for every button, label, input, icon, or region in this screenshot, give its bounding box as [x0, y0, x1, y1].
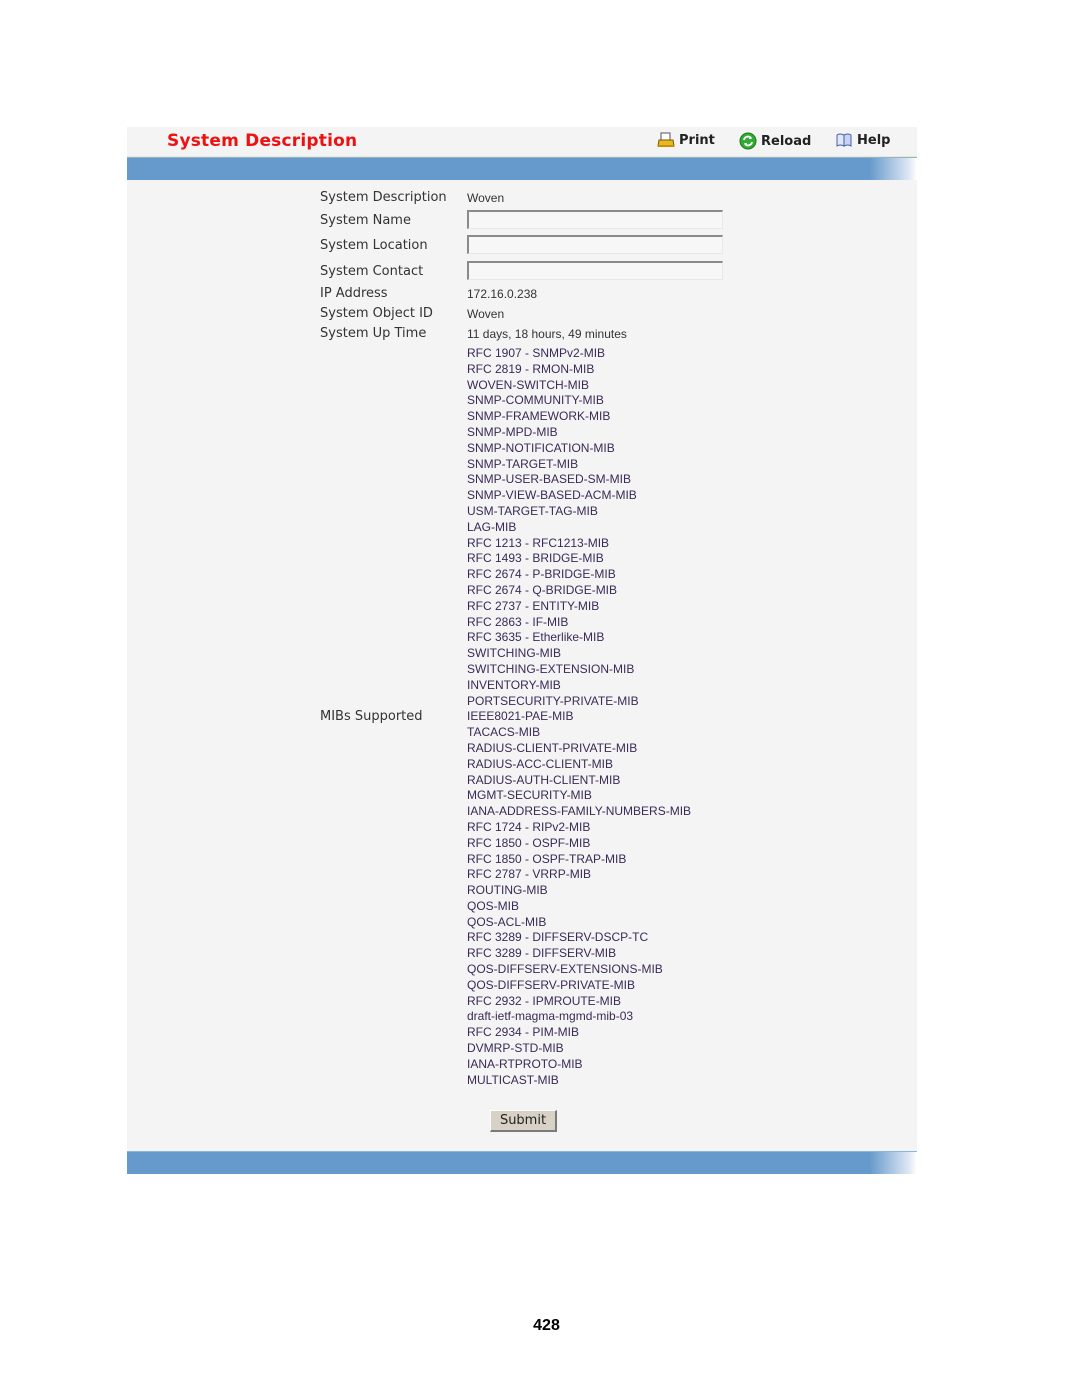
panel-header: System Description Print Reload Help	[127, 127, 917, 157]
printer-icon	[657, 132, 675, 148]
mib-item: RFC 1724 - RIPv2-MIB	[467, 819, 591, 834]
mib-item: SNMP-COMMUNITY-MIB	[467, 393, 604, 408]
system-name-input[interactable]	[467, 210, 723, 229]
ip-address-value: 172.16.0.238	[467, 287, 538, 301]
mib-item: DVMRP-STD-MIB	[467, 1041, 564, 1056]
mibs-supported-label: MIBs Supported	[320, 709, 423, 724]
mib-item: SNMP-USER-BASED-SM-MIB	[467, 472, 632, 487]
mib-item: RFC 3635 - Etherlike-MIB	[467, 630, 605, 645]
help-button[interactable]: Help	[835, 132, 890, 148]
mib-item: INVENTORY-MIB	[467, 677, 561, 692]
mib-item: QOS-DIFFSERV-PRIVATE-MIB	[467, 977, 636, 992]
system-up-time-label: System Up Time	[320, 326, 427, 341]
footer-bar	[127, 1151, 917, 1174]
mib-item: RFC 2787 - VRRP-MIB	[467, 867, 592, 882]
system-description-value: Woven	[467, 191, 505, 205]
mib-item: QOS-MIB	[467, 898, 520, 913]
system-object-id-value: Woven	[467, 307, 505, 321]
mib-item: RFC 2934 - PIM-MIB	[467, 1025, 580, 1040]
mib-item: SWITCHING-EXTENSION-MIB	[467, 661, 635, 676]
help-label: Help	[857, 132, 891, 148]
reload-button[interactable]: Reload	[739, 132, 811, 150]
reload-label: Reload	[761, 133, 812, 149]
print-label: Print	[679, 132, 715, 148]
mib-item: ROUTING-MIB	[467, 883, 548, 898]
mib-item: QOS-ACL-MIB	[467, 914, 547, 929]
help-book-icon	[835, 132, 853, 148]
mib-item: RFC 2674 - P-BRIDGE-MIB	[467, 567, 616, 582]
mib-item: RFC 1493 - BRIDGE-MIB	[467, 551, 604, 566]
mib-item: RFC 3289 - DIFFSERV-DSCP-TC	[467, 930, 649, 945]
system-contact-label: System Contact	[320, 264, 424, 279]
mib-item: RFC 1213 - RFC1213-MIB	[467, 535, 610, 550]
system-name-label: System Name	[320, 213, 411, 228]
mib-item: RADIUS-CLIENT-PRIVATE-MIB	[467, 740, 638, 755]
mib-item: SNMP-VIEW-BASED-ACM-MIB	[467, 488, 637, 503]
mib-item: SNMP-FRAMEWORK-MIB	[467, 409, 611, 424]
mib-item: QOS-DIFFSERV-EXTENSIONS-MIB	[467, 962, 663, 977]
mib-item: SNMP-TARGET-MIB	[467, 456, 579, 471]
mib-item: LAG-MIB	[467, 519, 517, 534]
mib-item: RFC 3289 - DIFFSERV-MIB	[467, 946, 617, 961]
print-button[interactable]: Print	[657, 132, 715, 148]
system-location-label: System Location	[320, 238, 428, 253]
mib-item: SNMP-NOTIFICATION-MIB	[467, 440, 615, 455]
system-description-panel: System Description Print Reload Help Sys…	[127, 127, 917, 1174]
mib-item: SNMP-MPD-MIB	[467, 424, 558, 439]
system-up-time-value: 11 days, 18 hours, 49 minutes	[467, 327, 627, 341]
mib-item: USM-TARGET-TAG-MIB	[467, 503, 598, 518]
mib-item: RFC 2674 - Q-BRIDGE-MIB	[467, 582, 618, 597]
system-location-input[interactable]	[467, 235, 723, 254]
mib-item: RFC 2932 - IPMROUTE-MIB	[467, 993, 622, 1008]
mib-item: draft-ietf-magma-mgmd-mib-03	[467, 1009, 634, 1024]
mib-item: PORTSECURITY-PRIVATE-MIB	[467, 693, 639, 708]
system-object-id-label: System Object ID	[320, 306, 433, 321]
mib-item: RFC 1850 - OSPF-MIB	[467, 835, 591, 850]
mib-item: IANA-ADDRESS-FAMILY-NUMBERS-MIB	[467, 804, 692, 819]
mib-item: RFC 2819 - RMON-MIB	[467, 361, 595, 376]
mib-item: RADIUS-ACC-CLIENT-MIB	[467, 756, 614, 771]
mib-item: MULTICAST-MIB	[467, 1072, 559, 1087]
header-bar	[127, 157, 917, 180]
mib-item: RADIUS-AUTH-CLIENT-MIB	[467, 772, 621, 787]
mib-item: TACACS-MIB	[467, 725, 541, 740]
system-contact-input[interactable]	[467, 261, 723, 280]
ip-address-label: IP Address	[320, 286, 388, 301]
mib-item: RFC 1907 - SNMPv2-MIB	[467, 346, 606, 360]
mib-item: RFC 2863 - IF-MIB	[467, 614, 569, 629]
mib-item: RFC 2737 - ENTITY-MIB	[467, 598, 600, 613]
mibs-list: RFC 1907 - SNMPv2-MIB RFC 2819 - RMON-MIB…	[467, 346, 691, 1088]
mib-item: IANA-RTPROTO-MIB	[467, 1056, 583, 1071]
mib-item: RFC 1850 - OSPF-TRAP-MIB	[467, 851, 627, 866]
mib-item: MGMT-SECURITY-MIB	[467, 788, 592, 803]
reload-icon	[739, 132, 757, 150]
page-number: 428	[533, 1317, 560, 1334]
mib-item: IEEE8021-PAE-MIB	[467, 709, 574, 724]
mib-item: WOVEN-SWITCH-MIB	[467, 377, 589, 392]
system-description-label: System Description	[320, 190, 447, 205]
page-title: System Description	[167, 131, 358, 151]
submit-button[interactable]: Submit	[490, 1110, 557, 1132]
mib-item: SWITCHING-MIB	[467, 646, 561, 661]
